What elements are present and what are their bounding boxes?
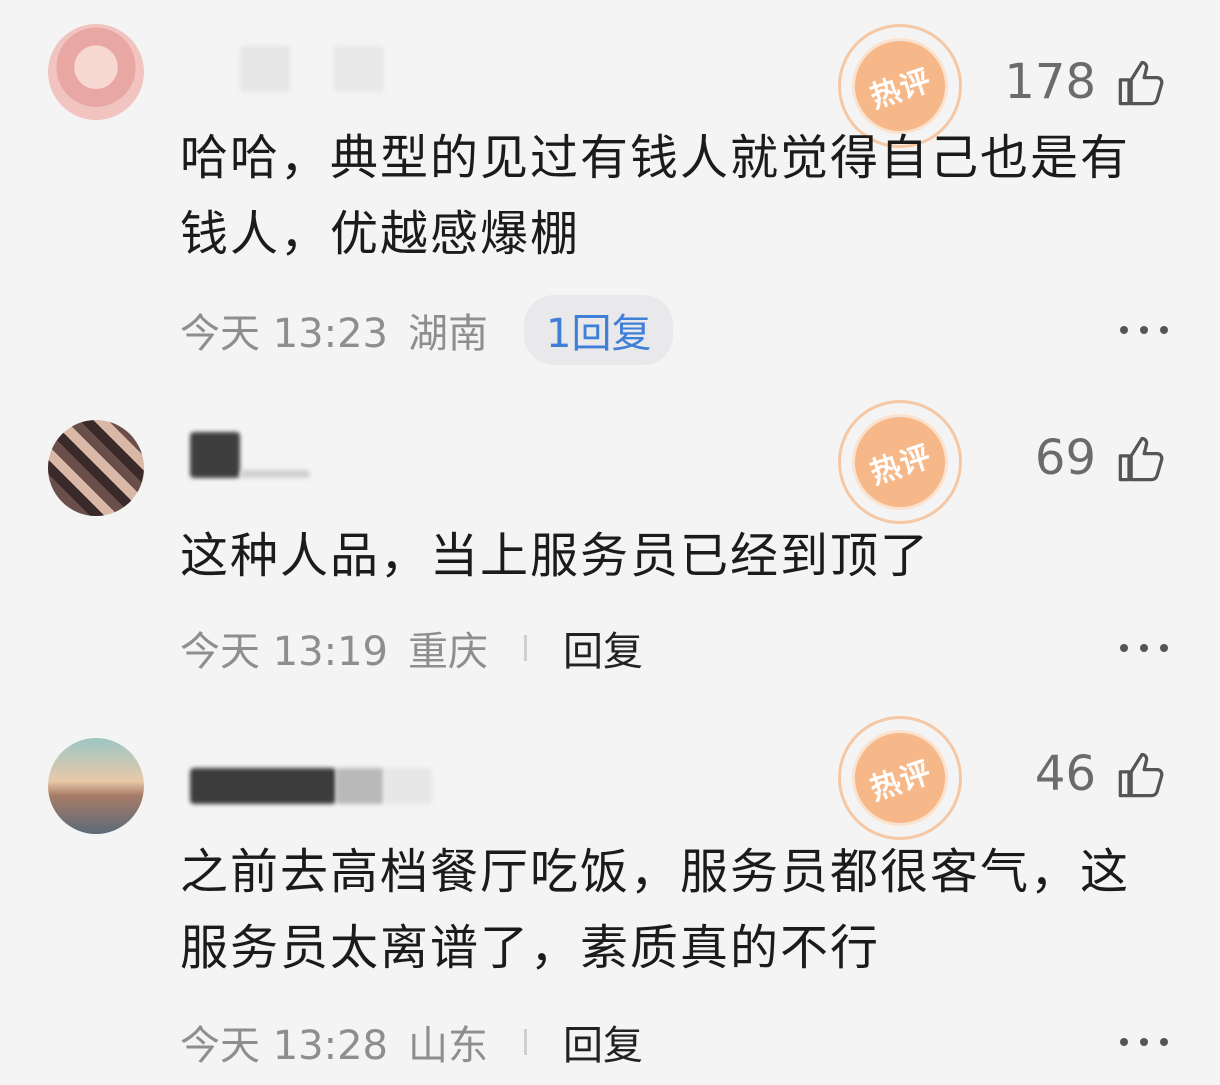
comment-time: 今天 13:23 bbox=[180, 311, 388, 357]
comment-time: 今天 13:19 bbox=[180, 629, 388, 675]
avatar[interactable] bbox=[48, 420, 144, 516]
username-redacted[interactable] bbox=[334, 46, 384, 92]
avatar[interactable] bbox=[48, 24, 144, 120]
hot-comment-badge: 热评 bbox=[838, 716, 962, 840]
like-count: 69 bbox=[1034, 430, 1096, 486]
meta-divider bbox=[524, 635, 527, 661]
more-dots-icon[interactable] bbox=[1120, 324, 1168, 336]
comment-meta: 今天 13:28 山东 回复 bbox=[180, 1012, 643, 1072]
comment-meta: 今天 13:19 重庆 回复 bbox=[180, 618, 643, 678]
hot-badge-label: 热评 bbox=[839, 401, 961, 523]
username-redacted[interactable] bbox=[190, 768, 336, 804]
comment-text: 之前去高档餐厅吃饭，服务员都很客气，这服务员太离谱了，素质真的不行 bbox=[180, 844, 1131, 976]
comment-location: 重庆 bbox=[408, 629, 488, 675]
comment-time: 今天 13:28 bbox=[180, 1023, 388, 1069]
username-redacted[interactable] bbox=[240, 46, 290, 92]
username-redacted[interactable] bbox=[240, 470, 310, 478]
comment-item: 热评 46 之前去高档餐厅吃饭，服务员都很客气，这服务员太离谱了，素质真的不行 … bbox=[0, 716, 1220, 1078]
comment-item: 热评 178 哈哈，典型的见过有钱人就觉得自己也是有钱人，优越感爆棚 今天 13… bbox=[0, 24, 1220, 384]
comment-meta: 今天 13:23 湖南 1回复 bbox=[180, 295, 674, 365]
more-dots-icon[interactable] bbox=[1120, 642, 1168, 654]
reply-button[interactable]: 回复 bbox=[563, 1013, 643, 1071]
replies-button[interactable]: 1回复 bbox=[524, 295, 674, 365]
like-count: 46 bbox=[1034, 746, 1096, 802]
thumbs-up-icon[interactable] bbox=[1116, 432, 1168, 484]
hot-comment-badge: 热评 bbox=[838, 400, 962, 524]
username-redacted[interactable] bbox=[190, 432, 240, 478]
comment-text: 这种人品，当上服务员已经到顶了 bbox=[180, 528, 931, 584]
comment-item: 热评 69 这种人品，当上服务员已经到顶了 今天 13:19 重庆 回复 bbox=[0, 400, 1220, 710]
username-redacted[interactable] bbox=[384, 768, 432, 804]
meta-divider bbox=[524, 1029, 527, 1055]
hot-badge-label: 热评 bbox=[839, 717, 961, 839]
avatar[interactable] bbox=[48, 738, 144, 834]
comment-location: 湖南 bbox=[408, 311, 488, 357]
more-dots-icon[interactable] bbox=[1120, 1036, 1168, 1048]
comment-text: 哈哈，典型的见过有钱人就觉得自己也是有钱人，优越感爆棚 bbox=[180, 130, 1131, 262]
username-redacted[interactable] bbox=[336, 768, 384, 804]
comment-location: 山东 bbox=[408, 1023, 488, 1069]
thumbs-up-icon[interactable] bbox=[1116, 56, 1168, 108]
like-count: 178 bbox=[1004, 54, 1096, 110]
thumbs-up-icon[interactable] bbox=[1116, 748, 1168, 800]
reply-button[interactable]: 回复 bbox=[563, 619, 643, 677]
